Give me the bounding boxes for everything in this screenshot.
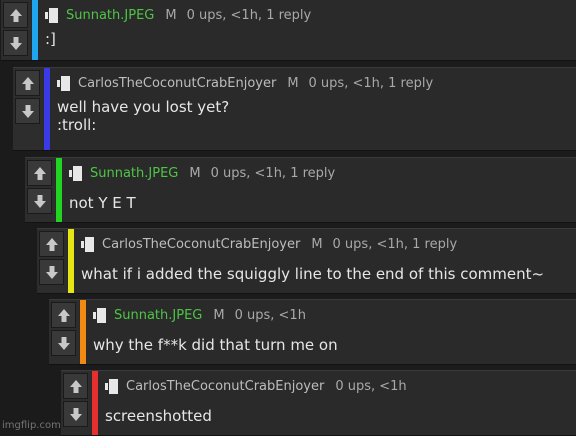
comment: CarlosTheCoconutCrabEnjoyer M 0 ups, <1h…: [37, 228, 576, 294]
upvote-button[interactable]: [39, 231, 64, 257]
comment-text: why the f**k did that turn me on: [93, 336, 338, 354]
thread-depth-bar: [68, 229, 74, 293]
upvote-button[interactable]: [27, 160, 52, 186]
moderator-badge: M: [165, 7, 177, 23]
comment-meta: Sunnath.JPEG M 0 ups, <1h: [92, 306, 306, 324]
downvote-button[interactable]: [3, 30, 28, 56]
vote-controls: [1, 0, 31, 60]
upvote-button[interactable]: [51, 302, 76, 328]
pixel-avatar-icon[interactable]: [80, 236, 97, 253]
arrow-up-icon: [45, 237, 58, 251]
downvote-button[interactable]: [15, 98, 40, 124]
downvote-button[interactable]: [51, 330, 76, 356]
arrow-down-icon: [45, 265, 58, 279]
comment-meta: Sunnath.JPEG M 0 ups, <1h, 1 reply: [44, 6, 311, 24]
arrow-down-icon: [9, 36, 22, 50]
downvote-button[interactable]: [63, 401, 88, 427]
moderator-badge: M: [189, 165, 201, 181]
comment-text: well have you lost yet? :troll:: [57, 98, 230, 134]
comment-stats: 0 ups, <1h, 1 reply: [332, 236, 458, 252]
arrow-up-icon: [69, 379, 82, 393]
username[interactable]: CarlosTheCoconutCrabEnjoyer: [78, 76, 276, 91]
vote-controls: [49, 300, 79, 364]
username[interactable]: Sunnath.JPEG: [90, 166, 178, 181]
comment-meta: CarlosTheCoconutCrabEnjoyer M 0 ups, <1h…: [80, 235, 457, 253]
moderator-badge: M: [213, 307, 225, 323]
comment-text: what if i added the squiggly line to the…: [81, 265, 545, 283]
username[interactable]: CarlosTheCoconutCrabEnjoyer: [102, 237, 300, 252]
thread-depth-bar: [80, 300, 86, 364]
vote-controls: [37, 229, 67, 293]
comment-stats: 0 ups, <1h, 1 reply: [308, 75, 434, 91]
arrow-up-icon: [57, 308, 70, 322]
thread-depth-bar: [44, 68, 50, 150]
upvote-button[interactable]: [15, 70, 40, 96]
comment-meta: CarlosTheCoconutCrabEnjoyer 0 ups, <1h: [104, 377, 407, 395]
watermark: imgflip.com: [2, 420, 61, 431]
upvote-button[interactable]: [3, 2, 28, 28]
comment-text: :]: [45, 30, 56, 48]
comment: CarlosTheCoconutCrabEnjoyer M 0 ups, <1h…: [13, 67, 576, 151]
arrow-down-icon: [69, 407, 82, 421]
thread-depth-bar: [56, 158, 62, 222]
arrow-up-icon: [21, 76, 34, 90]
upvote-button[interactable]: [63, 373, 88, 399]
pixel-avatar-icon[interactable]: [68, 165, 85, 182]
comment: Sunnath.JPEG M 0 ups, <1h, 1 reply :]: [1, 0, 576, 61]
pixel-avatar-icon[interactable]: [44, 7, 61, 24]
arrow-down-icon: [33, 194, 46, 208]
comment-stats: 0 ups, <1h: [335, 378, 407, 394]
comment: CarlosTheCoconutCrabEnjoyer 0 ups, <1h s…: [61, 370, 576, 436]
vote-controls: [61, 371, 91, 435]
arrow-down-icon: [57, 336, 70, 350]
comment: Sunnath.JPEG M 0 ups, <1h, 1 reply not Y…: [25, 157, 576, 223]
thread-depth-bar: [32, 0, 38, 60]
username[interactable]: Sunnath.JPEG: [66, 8, 154, 23]
downvote-button[interactable]: [27, 188, 52, 214]
pixel-avatar-icon[interactable]: [56, 75, 73, 92]
comment-meta: Sunnath.JPEG M 0 ups, <1h, 1 reply: [68, 164, 335, 182]
downvote-button[interactable]: [39, 259, 64, 285]
comment-stats: 0 ups, <1h, 1 reply: [186, 7, 312, 23]
comment: Sunnath.JPEG M 0 ups, <1h why the f**k d…: [49, 299, 576, 365]
moderator-badge: M: [287, 75, 299, 91]
arrow-up-icon: [33, 166, 46, 180]
comment-meta: CarlosTheCoconutCrabEnjoyer M 0 ups, <1h…: [56, 74, 433, 92]
username[interactable]: Sunnath.JPEG: [114, 308, 202, 323]
comment-text: not Y E T: [69, 194, 136, 212]
thread-depth-bar: [92, 371, 98, 435]
vote-controls: [25, 158, 55, 222]
comment-stats: 0 ups, <1h, 1 reply: [210, 165, 336, 181]
comment-text: screenshotted: [105, 407, 212, 425]
username[interactable]: CarlosTheCoconutCrabEnjoyer: [126, 379, 324, 394]
pixel-avatar-icon[interactable]: [104, 378, 121, 395]
arrow-down-icon: [21, 104, 34, 118]
moderator-badge: M: [311, 236, 323, 252]
arrow-up-icon: [9, 8, 22, 22]
comment-stats: 0 ups, <1h: [234, 307, 306, 323]
pixel-avatar-icon[interactable]: [92, 307, 109, 324]
vote-controls: [13, 68, 43, 150]
